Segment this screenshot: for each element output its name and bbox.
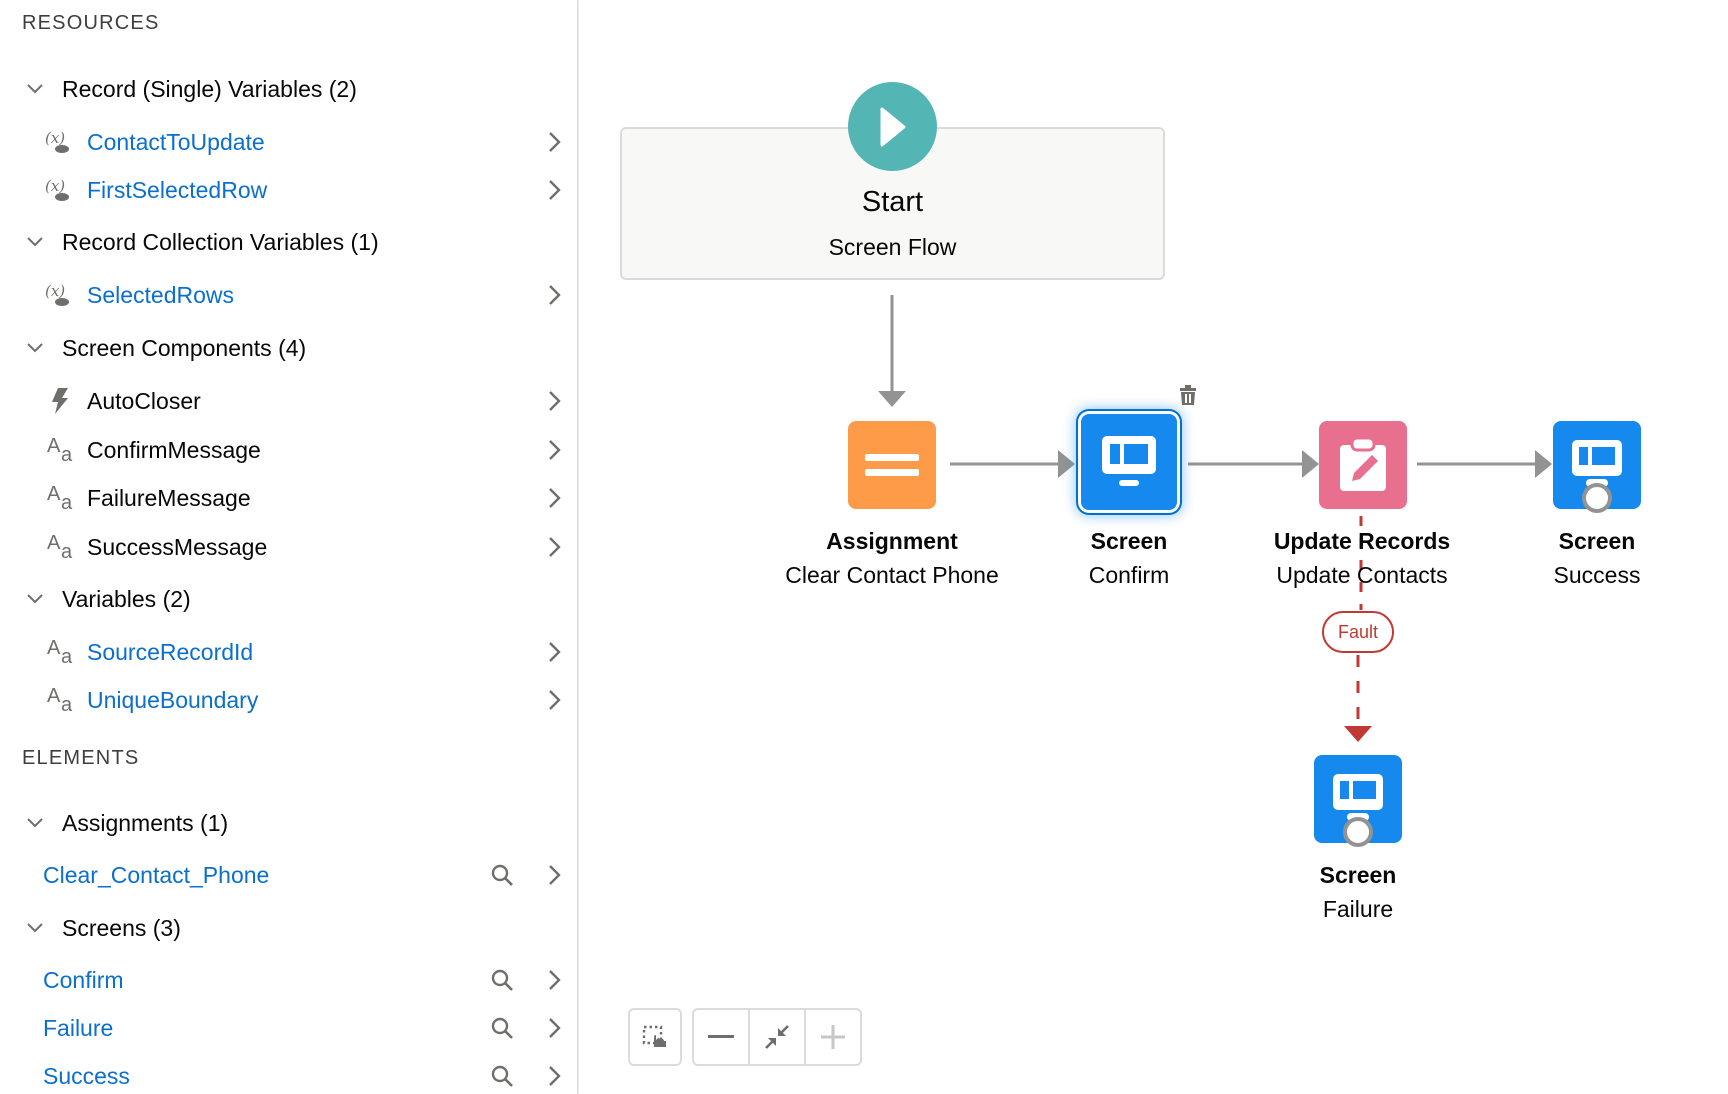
screen-failure-node-type: Screen	[1319, 862, 1397, 888]
minus-icon	[708, 1035, 734, 1038]
pause-timer-icon	[1343, 817, 1373, 847]
connector-update-to-success[interactable]	[1417, 450, 1552, 478]
screen-success-node-label: Success	[1553, 562, 1641, 588]
delete-trash-icon[interactable]	[1178, 384, 1200, 406]
connector-assignment-to-confirm[interactable]	[950, 450, 1075, 478]
start-icon[interactable]	[848, 82, 937, 171]
screen-icon	[1331, 772, 1385, 812]
start-subtitle: Screen Flow	[828, 234, 957, 260]
fit-view-button[interactable]	[748, 1008, 806, 1066]
screen-icon	[1100, 434, 1158, 490]
update-records-icon	[1338, 437, 1388, 493]
screen-success-node-type: Screen	[1558, 528, 1636, 554]
plus-icon	[821, 1025, 845, 1049]
assignment-icon	[865, 452, 919, 478]
screen-confirm-node[interactable]	[1081, 414, 1177, 510]
connector-start-to-assignment[interactable]	[878, 295, 906, 407]
fault-label: Fault	[1322, 611, 1394, 653]
zoom-in-button[interactable]	[804, 1008, 862, 1066]
select-elements-icon	[642, 1025, 666, 1047]
contract-icon	[765, 1025, 789, 1049]
update-records-node[interactable]	[1319, 421, 1407, 509]
assignment-node[interactable]	[848, 421, 936, 509]
screen-icon	[1570, 438, 1624, 478]
zoom-out-button[interactable]	[692, 1008, 750, 1066]
start-title: Start	[861, 186, 924, 218]
screen-failure-node-label: Failure	[1322, 896, 1394, 922]
pause-timer-icon	[1582, 483, 1612, 513]
connector-confirm-to-update[interactable]	[1188, 450, 1319, 478]
select-elements-button[interactable]	[628, 1008, 682, 1066]
